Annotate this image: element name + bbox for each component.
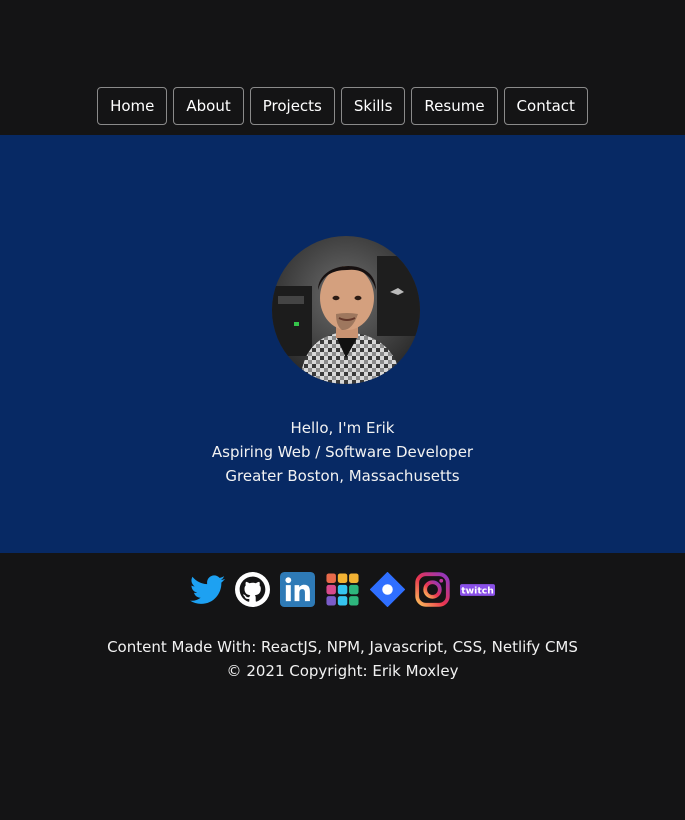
social-links: twitch [0,572,685,607]
nav-home-button[interactable]: Home [97,87,168,125]
slack-icon[interactable] [325,572,360,607]
twitch-logo-text: twitch [461,585,494,596]
linkedin-icon[interactable] [280,572,315,607]
hero-location: Greater Boston, Massachusetts [225,467,460,485]
twitter-icon[interactable] [190,572,225,607]
hero-greeting: Hello, I'm Erik [290,419,395,437]
site-footer: twitch Content Made With: ReactJS, NPM, … [0,553,685,820]
blueprint-icon[interactable] [370,572,405,607]
profile-avatar [272,236,420,384]
twitch-icon[interactable]: twitch [460,572,495,607]
nav-contact-button[interactable]: Contact [503,87,588,125]
nav-about-button[interactable]: About [173,87,244,125]
nav-projects-button[interactable]: Projects [249,87,335,125]
hero-role: Aspiring Web / Software Developer [211,443,474,461]
main-nav: Home About Projects Skills Resume Contac… [0,87,685,125]
hero-section: Hello, I'm Erik Aspiring Web / Software … [0,135,685,553]
github-icon[interactable] [235,572,270,607]
site-header: Home About Projects Skills Resume Contac… [0,0,685,135]
footer-copyright: © 2021 Copyright: Erik Moxley [226,662,459,680]
nav-skills-button[interactable]: Skills [340,87,406,125]
instagram-icon[interactable] [415,572,450,607]
footer-made-with: Content Made With: ReactJS, NPM, Javascr… [107,638,578,656]
nav-resume-button[interactable]: Resume [411,87,498,125]
